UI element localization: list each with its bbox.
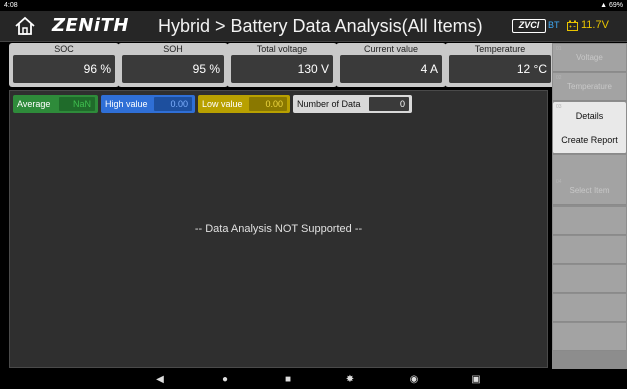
item-index: 02 — [556, 75, 562, 81]
system-indicators: ▲ 69% — [600, 0, 623, 11]
car-battery-icon — [567, 20, 578, 31]
gauge-temperature: Temperature 12 °C — [445, 43, 555, 87]
zenith-logo: ZENiTH — [52, 15, 129, 36]
home-nav-icon[interactable]: ● — [219, 374, 231, 386]
back-icon[interactable]: ◀ — [154, 374, 166, 386]
gauge-label: SOC — [54, 44, 74, 54]
stat-label: Average — [17, 99, 51, 109]
item-index: 01 — [556, 46, 562, 52]
sidebar-item-label: Details — [575, 111, 604, 121]
gauge-soc: SOC 96 % — [9, 43, 119, 87]
not-supported-message: -- Data Analysis NOT Supported -- — [194, 223, 363, 235]
status-bar: 4:08 ▲ 69% — [0, 0, 627, 11]
gauge-value: 95 % — [122, 55, 224, 83]
stat-value: 0.00 — [154, 97, 192, 111]
function-sidebar: 01 Voltage 02 Temperature 03 Details Cre… — [552, 43, 627, 369]
create-report-button[interactable]: Create Report — [553, 126, 626, 154]
app-shortcut-icon[interactable]: ◉ — [408, 374, 420, 386]
battery-voltage: 11.7V — [581, 19, 609, 31]
page-title: Hybrid > Battery Data Analysis(All Items… — [158, 16, 483, 36]
stat-value: NaN — [59, 97, 95, 111]
settings-icon[interactable]: ✸ — [344, 374, 356, 386]
gauge-value: 96 % — [13, 55, 115, 83]
stat-number-of-data: Number of Data 0 — [293, 95, 412, 113]
stat-value: 0.00 — [249, 97, 287, 111]
analysis-panel: Average NaN High value 0.00 Low value 0.… — [9, 90, 548, 368]
gauge-label: SOH — [163, 44, 183, 54]
stat-label: High value — [105, 99, 148, 109]
sidebar-item-label: Temperature — [567, 82, 612, 91]
sidebar-item-select-item[interactable]: 04 Select Item — [553, 177, 626, 205]
stat-label: Number of Data — [297, 99, 361, 109]
gauge-value: 130 V — [231, 55, 333, 83]
stat-average: Average NaN — [13, 95, 98, 113]
android-nav-bar: ◀ ● ■ ✸ ◉ ▣ — [0, 371, 627, 389]
stat-high-value: High value 0.00 — [101, 95, 195, 113]
sidebar-item-voltage[interactable]: 01 Voltage — [553, 44, 626, 72]
wifi-icon: ▲ — [600, 2, 609, 9]
sidebar-item-empty — [553, 207, 626, 235]
gauge-current-value: Current value 4 A — [336, 43, 446, 87]
sidebar-item-label: Voltage — [576, 53, 603, 62]
item-index: 03 — [556, 104, 562, 110]
stat-low-value: Low value 0.00 — [198, 95, 290, 113]
sidebar-item-empty — [553, 294, 626, 322]
gauge-row: SOC 96 % SOH 95 % Total voltage 130 V Cu… — [9, 43, 555, 88]
sidebar-item-empty — [553, 265, 626, 293]
stat-label: Low value — [202, 99, 243, 109]
vci-connection-icon: ZVCI — [512, 19, 546, 33]
gauge-value: 4 A — [340, 55, 442, 83]
sidebar-item-empty — [553, 236, 626, 264]
gauge-label: Total voltage — [256, 44, 308, 54]
home-icon[interactable] — [14, 16, 36, 36]
battery-percent: 69% — [608, 2, 623, 9]
gauge-label: Temperature — [474, 44, 526, 54]
gauge-soh: SOH 95 % — [118, 43, 228, 87]
sidebar-item-label: Select Item — [569, 186, 610, 195]
gauge-total-voltage: Total voltage 130 V — [227, 43, 337, 87]
screenshot-icon[interactable]: ▣ — [470, 374, 482, 386]
clock: 4:08 — [4, 2, 18, 9]
gauge-value: 12 °C — [449, 55, 551, 83]
item-index: 04 — [556, 179, 562, 185]
sidebar-item-label: Create Report — [561, 135, 618, 145]
app-header: ZENiTH Hybrid > Battery Data Analysis(Al… — [0, 11, 627, 42]
bluetooth-label: BT — [548, 20, 560, 30]
stat-value: 0 — [369, 97, 409, 111]
sidebar-item-temperature[interactable]: 02 Temperature — [553, 73, 626, 101]
sidebar-item-empty — [553, 323, 626, 351]
gauge-label: Current value — [363, 44, 419, 54]
recents-icon[interactable]: ■ — [282, 374, 294, 386]
